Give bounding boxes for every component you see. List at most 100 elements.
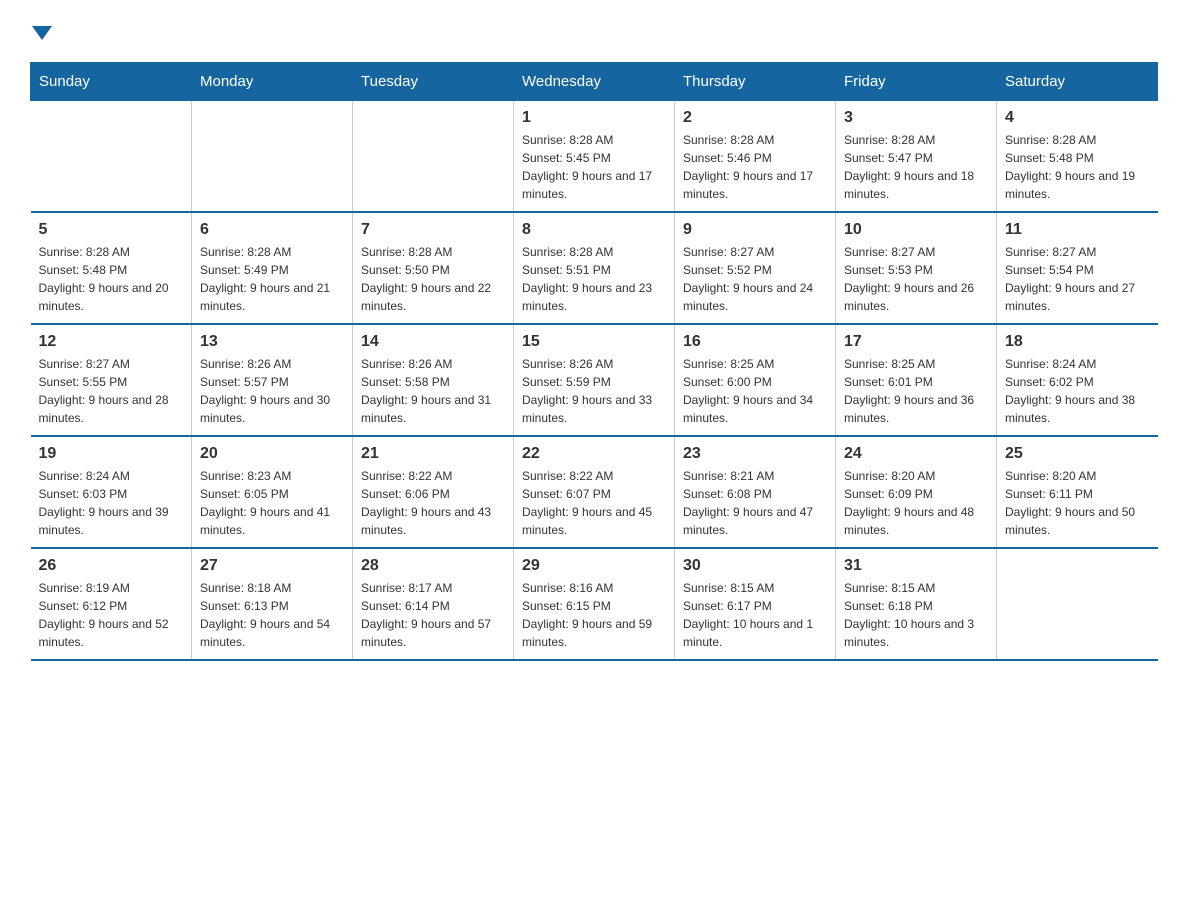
- day-number: 3: [844, 109, 988, 127]
- logo-triangle-icon: [32, 26, 52, 40]
- day-info: Sunrise: 8:28 AM Sunset: 5:48 PM Dayligh…: [1005, 131, 1150, 203]
- calendar-week-1: 1Sunrise: 8:28 AM Sunset: 5:45 PM Daylig…: [31, 101, 1158, 213]
- day-info: Sunrise: 8:25 AM Sunset: 6:00 PM Dayligh…: [683, 355, 827, 427]
- day-header-sunday: Sunday: [31, 63, 192, 101]
- day-number: 11: [1005, 221, 1150, 239]
- day-number: 14: [361, 333, 505, 351]
- calendar-cell: 10 Sunrise: 8:27 AM Sunset: 5:53 PM Dayli…: [836, 212, 997, 324]
- day-info: Sunrise: 8:25 AM Sunset: 6:01 PM Dayligh…: [844, 355, 988, 427]
- day-number: 18: [1005, 333, 1150, 351]
- day-header-monday: Monday: [192, 63, 353, 101]
- day-number: 5: [39, 221, 184, 239]
- calendar-cell: [192, 101, 353, 213]
- day-info: Sunrise: 8:15 AM Sunset: 6:17 PM Dayligh…: [683, 579, 827, 651]
- day-number: 10: [844, 221, 988, 239]
- day-info: Sunrise: 8:16 AM Sunset: 6:15 PM Dayligh…: [522, 579, 666, 651]
- day-info: Sunrise: 8:22 AM Sunset: 6:06 PM Dayligh…: [361, 467, 505, 539]
- day-number: 19: [39, 445, 184, 463]
- day-number: 7: [361, 221, 505, 239]
- day-number: 2: [683, 109, 827, 127]
- day-info: Sunrise: 8:24 AM Sunset: 6:03 PM Dayligh…: [39, 467, 184, 539]
- calendar-cell: 25 Sunrise: 8:20 AM Sunset: 6:11 PM Dayli…: [997, 436, 1158, 548]
- day-info: Sunrise: 8:26 AM Sunset: 5:59 PM Dayligh…: [522, 355, 666, 427]
- logo: [30, 20, 52, 46]
- calendar-cell: 12Sunrise: 8:27 AM Sunset: 5:55 PM Dayli…: [31, 324, 192, 436]
- calendar-cell: 14 Sunrise: 8:26 AM Sunset: 5:58 PM Dayli…: [353, 324, 514, 436]
- calendar-cell: 19 Sunrise: 8:24 AM Sunset: 6:03 PM Dayli…: [31, 436, 192, 548]
- calendar-cell: 5 Sunrise: 8:28 AM Sunset: 5:48 PM Daylig…: [31, 212, 192, 324]
- calendar-cell: [31, 101, 192, 213]
- day-number: 12: [39, 333, 184, 351]
- calendar-cell: 9 Sunrise: 8:27 AM Sunset: 5:52 PM Daylig…: [675, 212, 836, 324]
- calendar-cell: 23 Sunrise: 8:21 AM Sunset: 6:08 PM Dayli…: [675, 436, 836, 548]
- day-info: Sunrise: 8:20 AM Sunset: 6:09 PM Dayligh…: [844, 467, 988, 539]
- day-number: 9: [683, 221, 827, 239]
- calendar-body: 1Sunrise: 8:28 AM Sunset: 5:45 PM Daylig…: [31, 101, 1158, 661]
- day-header-tuesday: Tuesday: [353, 63, 514, 101]
- day-info: Sunrise: 8:26 AM Sunset: 5:58 PM Dayligh…: [361, 355, 505, 427]
- calendar-cell: 2 Sunrise: 8:28 AM Sunset: 5:46 PM Daylig…: [675, 101, 836, 213]
- day-number: 27: [200, 557, 344, 575]
- day-number: 17: [844, 333, 988, 351]
- day-number: 25: [1005, 445, 1150, 463]
- calendar-week-3: 12Sunrise: 8:27 AM Sunset: 5:55 PM Dayli…: [31, 324, 1158, 436]
- day-number: 20: [200, 445, 344, 463]
- day-info: Sunrise: 8:28 AM Sunset: 5:49 PM Dayligh…: [200, 243, 344, 315]
- day-number: 4: [1005, 109, 1150, 127]
- header: [30, 20, 1158, 46]
- calendar-cell: 17 Sunrise: 8:25 AM Sunset: 6:01 PM Dayli…: [836, 324, 997, 436]
- day-number: 16: [683, 333, 827, 351]
- day-info: Sunrise: 8:28 AM Sunset: 5:46 PM Dayligh…: [683, 131, 827, 203]
- day-info: Sunrise: 8:27 AM Sunset: 5:52 PM Dayligh…: [683, 243, 827, 315]
- calendar-cell: 8Sunrise: 8:28 AM Sunset: 5:51 PM Daylig…: [514, 212, 675, 324]
- calendar-week-5: 26 Sunrise: 8:19 AM Sunset: 6:12 PM Dayli…: [31, 548, 1158, 660]
- day-header-wednesday: Wednesday: [514, 63, 675, 101]
- day-number: 23: [683, 445, 827, 463]
- day-info: Sunrise: 8:23 AM Sunset: 6:05 PM Dayligh…: [200, 467, 344, 539]
- calendar-cell: 29Sunrise: 8:16 AM Sunset: 6:15 PM Dayli…: [514, 548, 675, 660]
- day-header-thursday: Thursday: [675, 63, 836, 101]
- day-info: Sunrise: 8:21 AM Sunset: 6:08 PM Dayligh…: [683, 467, 827, 539]
- calendar-cell: 28Sunrise: 8:17 AM Sunset: 6:14 PM Dayli…: [353, 548, 514, 660]
- day-number: 22: [522, 445, 666, 463]
- day-number: 15: [522, 333, 666, 351]
- calendar-cell: 31Sunrise: 8:15 AM Sunset: 6:18 PM Dayli…: [836, 548, 997, 660]
- calendar-cell: [353, 101, 514, 213]
- logo-text: [30, 20, 52, 46]
- calendar-cell: 22 Sunrise: 8:22 AM Sunset: 6:07 PM Dayli…: [514, 436, 675, 548]
- calendar-table: SundayMondayTuesdayWednesdayThursdayFrid…: [30, 62, 1158, 661]
- day-info: Sunrise: 8:19 AM Sunset: 6:12 PM Dayligh…: [39, 579, 184, 651]
- day-number: 21: [361, 445, 505, 463]
- day-header-friday: Friday: [836, 63, 997, 101]
- day-info: Sunrise: 8:18 AM Sunset: 6:13 PM Dayligh…: [200, 579, 344, 651]
- calendar-cell: 11 Sunrise: 8:27 AM Sunset: 5:54 PM Dayli…: [997, 212, 1158, 324]
- day-number: 30: [683, 557, 827, 575]
- calendar-cell: [997, 548, 1158, 660]
- day-info: Sunrise: 8:26 AM Sunset: 5:57 PM Dayligh…: [200, 355, 344, 427]
- calendar-cell: 24Sunrise: 8:20 AM Sunset: 6:09 PM Dayli…: [836, 436, 997, 548]
- day-info: Sunrise: 8:20 AM Sunset: 6:11 PM Dayligh…: [1005, 467, 1150, 539]
- calendar-cell: 27 Sunrise: 8:18 AM Sunset: 6:13 PM Dayli…: [192, 548, 353, 660]
- calendar-cell: 13 Sunrise: 8:26 AM Sunset: 5:57 PM Dayli…: [192, 324, 353, 436]
- day-info: Sunrise: 8:28 AM Sunset: 5:50 PM Dayligh…: [361, 243, 505, 315]
- day-header-row: SundayMondayTuesdayWednesdayThursdayFrid…: [31, 63, 1158, 101]
- calendar-week-4: 19 Sunrise: 8:24 AM Sunset: 6:03 PM Dayli…: [31, 436, 1158, 548]
- calendar-cell: 3Sunrise: 8:28 AM Sunset: 5:47 PM Daylig…: [836, 101, 997, 213]
- day-info: Sunrise: 8:27 AM Sunset: 5:53 PM Dayligh…: [844, 243, 988, 315]
- calendar-cell: 18 Sunrise: 8:24 AM Sunset: 6:02 PM Dayli…: [997, 324, 1158, 436]
- calendar-cell: 7 Sunrise: 8:28 AM Sunset: 5:50 PM Daylig…: [353, 212, 514, 324]
- calendar-header: SundayMondayTuesdayWednesdayThursdayFrid…: [31, 63, 1158, 101]
- day-info: Sunrise: 8:17 AM Sunset: 6:14 PM Dayligh…: [361, 579, 505, 651]
- day-info: Sunrise: 8:28 AM Sunset: 5:45 PM Dayligh…: [522, 131, 666, 203]
- day-info: Sunrise: 8:22 AM Sunset: 6:07 PM Dayligh…: [522, 467, 666, 539]
- day-info: Sunrise: 8:24 AM Sunset: 6:02 PM Dayligh…: [1005, 355, 1150, 427]
- calendar-cell: 4 Sunrise: 8:28 AM Sunset: 5:48 PM Daylig…: [997, 101, 1158, 213]
- calendar-cell: 15 Sunrise: 8:26 AM Sunset: 5:59 PM Dayli…: [514, 324, 675, 436]
- day-info: Sunrise: 8:27 AM Sunset: 5:54 PM Dayligh…: [1005, 243, 1150, 315]
- day-info: Sunrise: 8:28 AM Sunset: 5:48 PM Dayligh…: [39, 243, 184, 315]
- calendar-cell: 1Sunrise: 8:28 AM Sunset: 5:45 PM Daylig…: [514, 101, 675, 213]
- day-number: 13: [200, 333, 344, 351]
- day-header-saturday: Saturday: [997, 63, 1158, 101]
- calendar-cell: 20 Sunrise: 8:23 AM Sunset: 6:05 PM Dayli…: [192, 436, 353, 548]
- day-number: 26: [39, 557, 184, 575]
